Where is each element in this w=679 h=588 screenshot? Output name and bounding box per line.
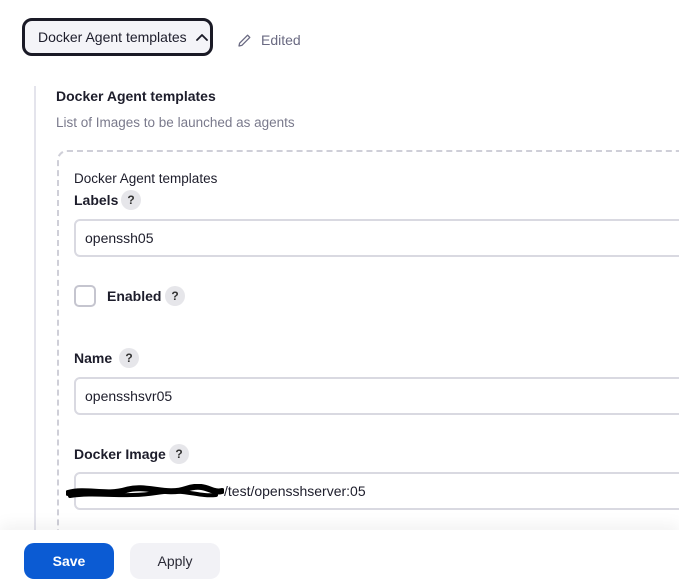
docker-image-label: Docker Image: [74, 446, 166, 462]
name-label: Name: [74, 350, 113, 366]
labels-help-icon[interactable]: ?: [121, 190, 141, 210]
name-input[interactable]: opensshsvr05: [74, 377, 679, 415]
docker-agent-templates-toggle[interactable]: Docker Agent templates: [22, 18, 213, 56]
name-value: opensshsvr05: [85, 388, 173, 404]
chevron-up-icon: [195, 33, 208, 41]
labels-input[interactable]: openssh05: [74, 219, 679, 257]
template-header: Docker Agent templates: [74, 171, 218, 186]
labels-value: openssh05: [85, 230, 154, 246]
apply-button[interactable]: Apply: [130, 543, 220, 579]
redaction-scribble: [66, 484, 224, 498]
enabled-checkbox[interactable]: [74, 285, 96, 307]
section-indent-line: [34, 86, 36, 531]
pencil-icon: [238, 34, 251, 47]
section-description: List of Images to be launched as agents: [56, 115, 295, 130]
section-title: Docker Agent templates: [56, 88, 216, 104]
enabled-help-icon[interactable]: ?: [165, 286, 185, 306]
docker-image-value: /test/opensshserver:05: [224, 483, 366, 499]
enabled-label: Enabled: [107, 288, 162, 304]
toggle-label: Docker Agent templates: [38, 29, 187, 45]
edited-status: Edited: [237, 30, 301, 50]
name-help-icon[interactable]: ?: [119, 348, 139, 368]
docker-image-help-icon[interactable]: ?: [169, 444, 189, 464]
labels-label: Labels: [74, 192, 119, 208]
edited-label: Edited: [261, 32, 301, 48]
save-button[interactable]: Save: [24, 543, 114, 579]
